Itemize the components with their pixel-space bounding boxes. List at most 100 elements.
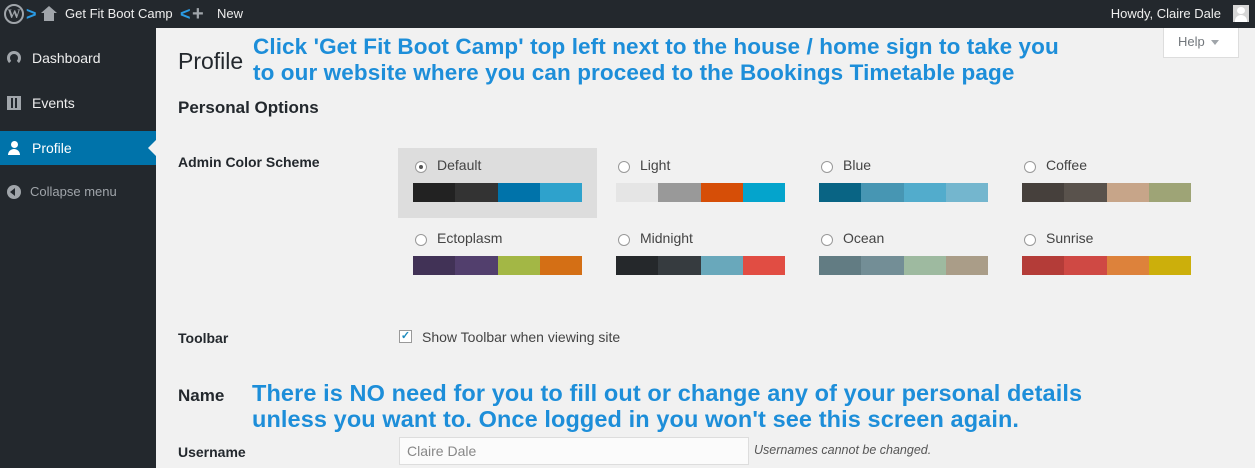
color-scheme-swatches [616,256,785,275]
color-swatch [539,183,582,202]
name-heading: Name [178,386,225,405]
username-label: Username [178,444,246,460]
user-icon [7,141,21,155]
annotation-line: to our website where you can proceed to … [253,60,1015,85]
color-swatch [497,183,540,202]
dashboard-icon [7,51,21,65]
color-scheme-radio[interactable] [1024,234,1036,246]
sidebar-item-dashboard[interactable]: Dashboard [0,41,156,75]
color-scheme-name: Midnight [640,230,693,246]
color-swatch [861,183,904,202]
wordpress-logo-icon[interactable]: W [4,0,26,28]
color-scheme-name: Blue [843,157,872,173]
color-scheme-radio[interactable] [1024,161,1036,173]
color-swatch [1064,256,1107,275]
page-title: Profile [178,48,244,74]
annotation-top: Click 'Get Fit Boot Camp' top left next … [253,34,1059,86]
color-scheme-option-blue[interactable]: Blue [804,148,1003,218]
color-scheme-option-sunrise[interactable]: Sunrise [1007,221,1206,291]
home-icon[interactable] [41,0,57,28]
color-scheme-option-coffee[interactable]: Coffee [1007,148,1206,218]
color-scheme-swatches [1022,183,1191,202]
color-swatch [903,183,946,202]
chevron-down-icon [1210,40,1219,46]
color-scheme-name: Ectoplasm [437,230,503,246]
color-scheme-swatches [413,183,582,202]
color-scheme-radio[interactable] [821,234,833,246]
collapse-icon [7,185,21,199]
admin-sidebar: Dashboard Events Profile Collapse menu [0,28,156,468]
annotation-arrow-left: < [180,4,191,24]
color-swatch [861,256,904,275]
color-scheme-swatches [1022,256,1191,275]
sidebar-item-label: Events [32,95,75,111]
sidebar-item-label: Dashboard [32,50,101,66]
collapse-menu-button[interactable]: Collapse menu [0,175,156,209]
username-note: Usernames cannot be changed. [754,443,932,457]
color-scheme-option-ocean[interactable]: Ocean [804,221,1003,291]
show-toolbar-label[interactable]: Show Toolbar when viewing site [422,329,620,345]
color-scheme-swatches [819,183,988,202]
toolbar-label: Toolbar [178,330,229,346]
color-scheme-radio[interactable] [618,161,630,173]
account-greeting[interactable]: Howdy, Claire Dale [1111,0,1221,28]
color-swatch [616,183,659,202]
color-swatch [413,183,456,202]
color-scheme-radio[interactable] [618,234,630,246]
color-swatch [455,256,498,275]
section-heading-personal-options: Personal Options [178,98,319,117]
color-scheme-option-default[interactable]: Default [398,148,597,218]
help-label: Help [1178,34,1205,49]
color-scheme-option-light[interactable]: Light [601,148,800,218]
new-content-link[interactable]: New [217,0,243,28]
username-field[interactable]: Claire Dale [399,437,749,465]
annotation-line: There is NO need for you to fill out or … [252,380,1083,406]
color-swatch [903,256,946,275]
sidebar-item-label: Collapse menu [30,184,117,199]
admin-toolbar: W > Get Fit Boot Camp < + New Howdy, Cla… [0,0,1255,28]
color-scheme-name: Sunrise [1046,230,1094,246]
plus-icon[interactable]: + [192,0,204,28]
sidebar-item-events[interactable]: Events [0,86,156,120]
color-scheme-radio[interactable] [415,234,427,246]
color-scheme-swatches [616,183,785,202]
color-swatch [539,256,582,275]
show-toolbar-checkbox[interactable]: ✓ [399,330,412,343]
color-scheme-swatches [819,256,988,275]
color-swatch [819,183,862,202]
color-swatch [700,183,743,202]
color-scheme-option-midnight[interactable]: Midnight [601,221,800,291]
sidebar-item-label: Profile [32,140,72,156]
color-scheme-swatches [413,256,582,275]
color-swatch [658,256,701,275]
color-swatch [945,256,988,275]
color-swatch [413,256,456,275]
avatar[interactable] [1233,5,1249,22]
color-swatch [1022,256,1065,275]
color-swatch [658,183,701,202]
color-swatch [1148,256,1191,275]
color-swatch [1064,183,1107,202]
color-swatch [742,256,785,275]
color-swatch [497,256,540,275]
color-scheme-option-ectoplasm[interactable]: Ectoplasm [398,221,597,291]
color-swatch [700,256,743,275]
color-scheme-name: Ocean [843,230,885,246]
color-swatch [1022,183,1065,202]
color-scheme-label: Admin Color Scheme [178,154,320,170]
help-tab-button[interactable]: Help [1163,28,1239,58]
annotation-arrow-right: > [26,4,37,24]
calendar-icon [7,96,21,110]
color-scheme-name: Coffee [1046,157,1087,173]
color-scheme-radio[interactable] [415,161,427,173]
annotation-bottom: There is NO need for you to fill out or … [252,380,1082,432]
color-scheme-radio[interactable] [821,161,833,173]
color-scheme-name: Default [437,157,482,173]
annotation-line: Click 'Get Fit Boot Camp' top left next … [253,34,1059,59]
site-name-link[interactable]: Get Fit Boot Camp [65,0,173,28]
sidebar-item-profile[interactable]: Profile [0,131,156,165]
color-swatch [455,183,498,202]
color-swatch [819,256,862,275]
color-swatch [1106,256,1149,275]
color-swatch [616,256,659,275]
